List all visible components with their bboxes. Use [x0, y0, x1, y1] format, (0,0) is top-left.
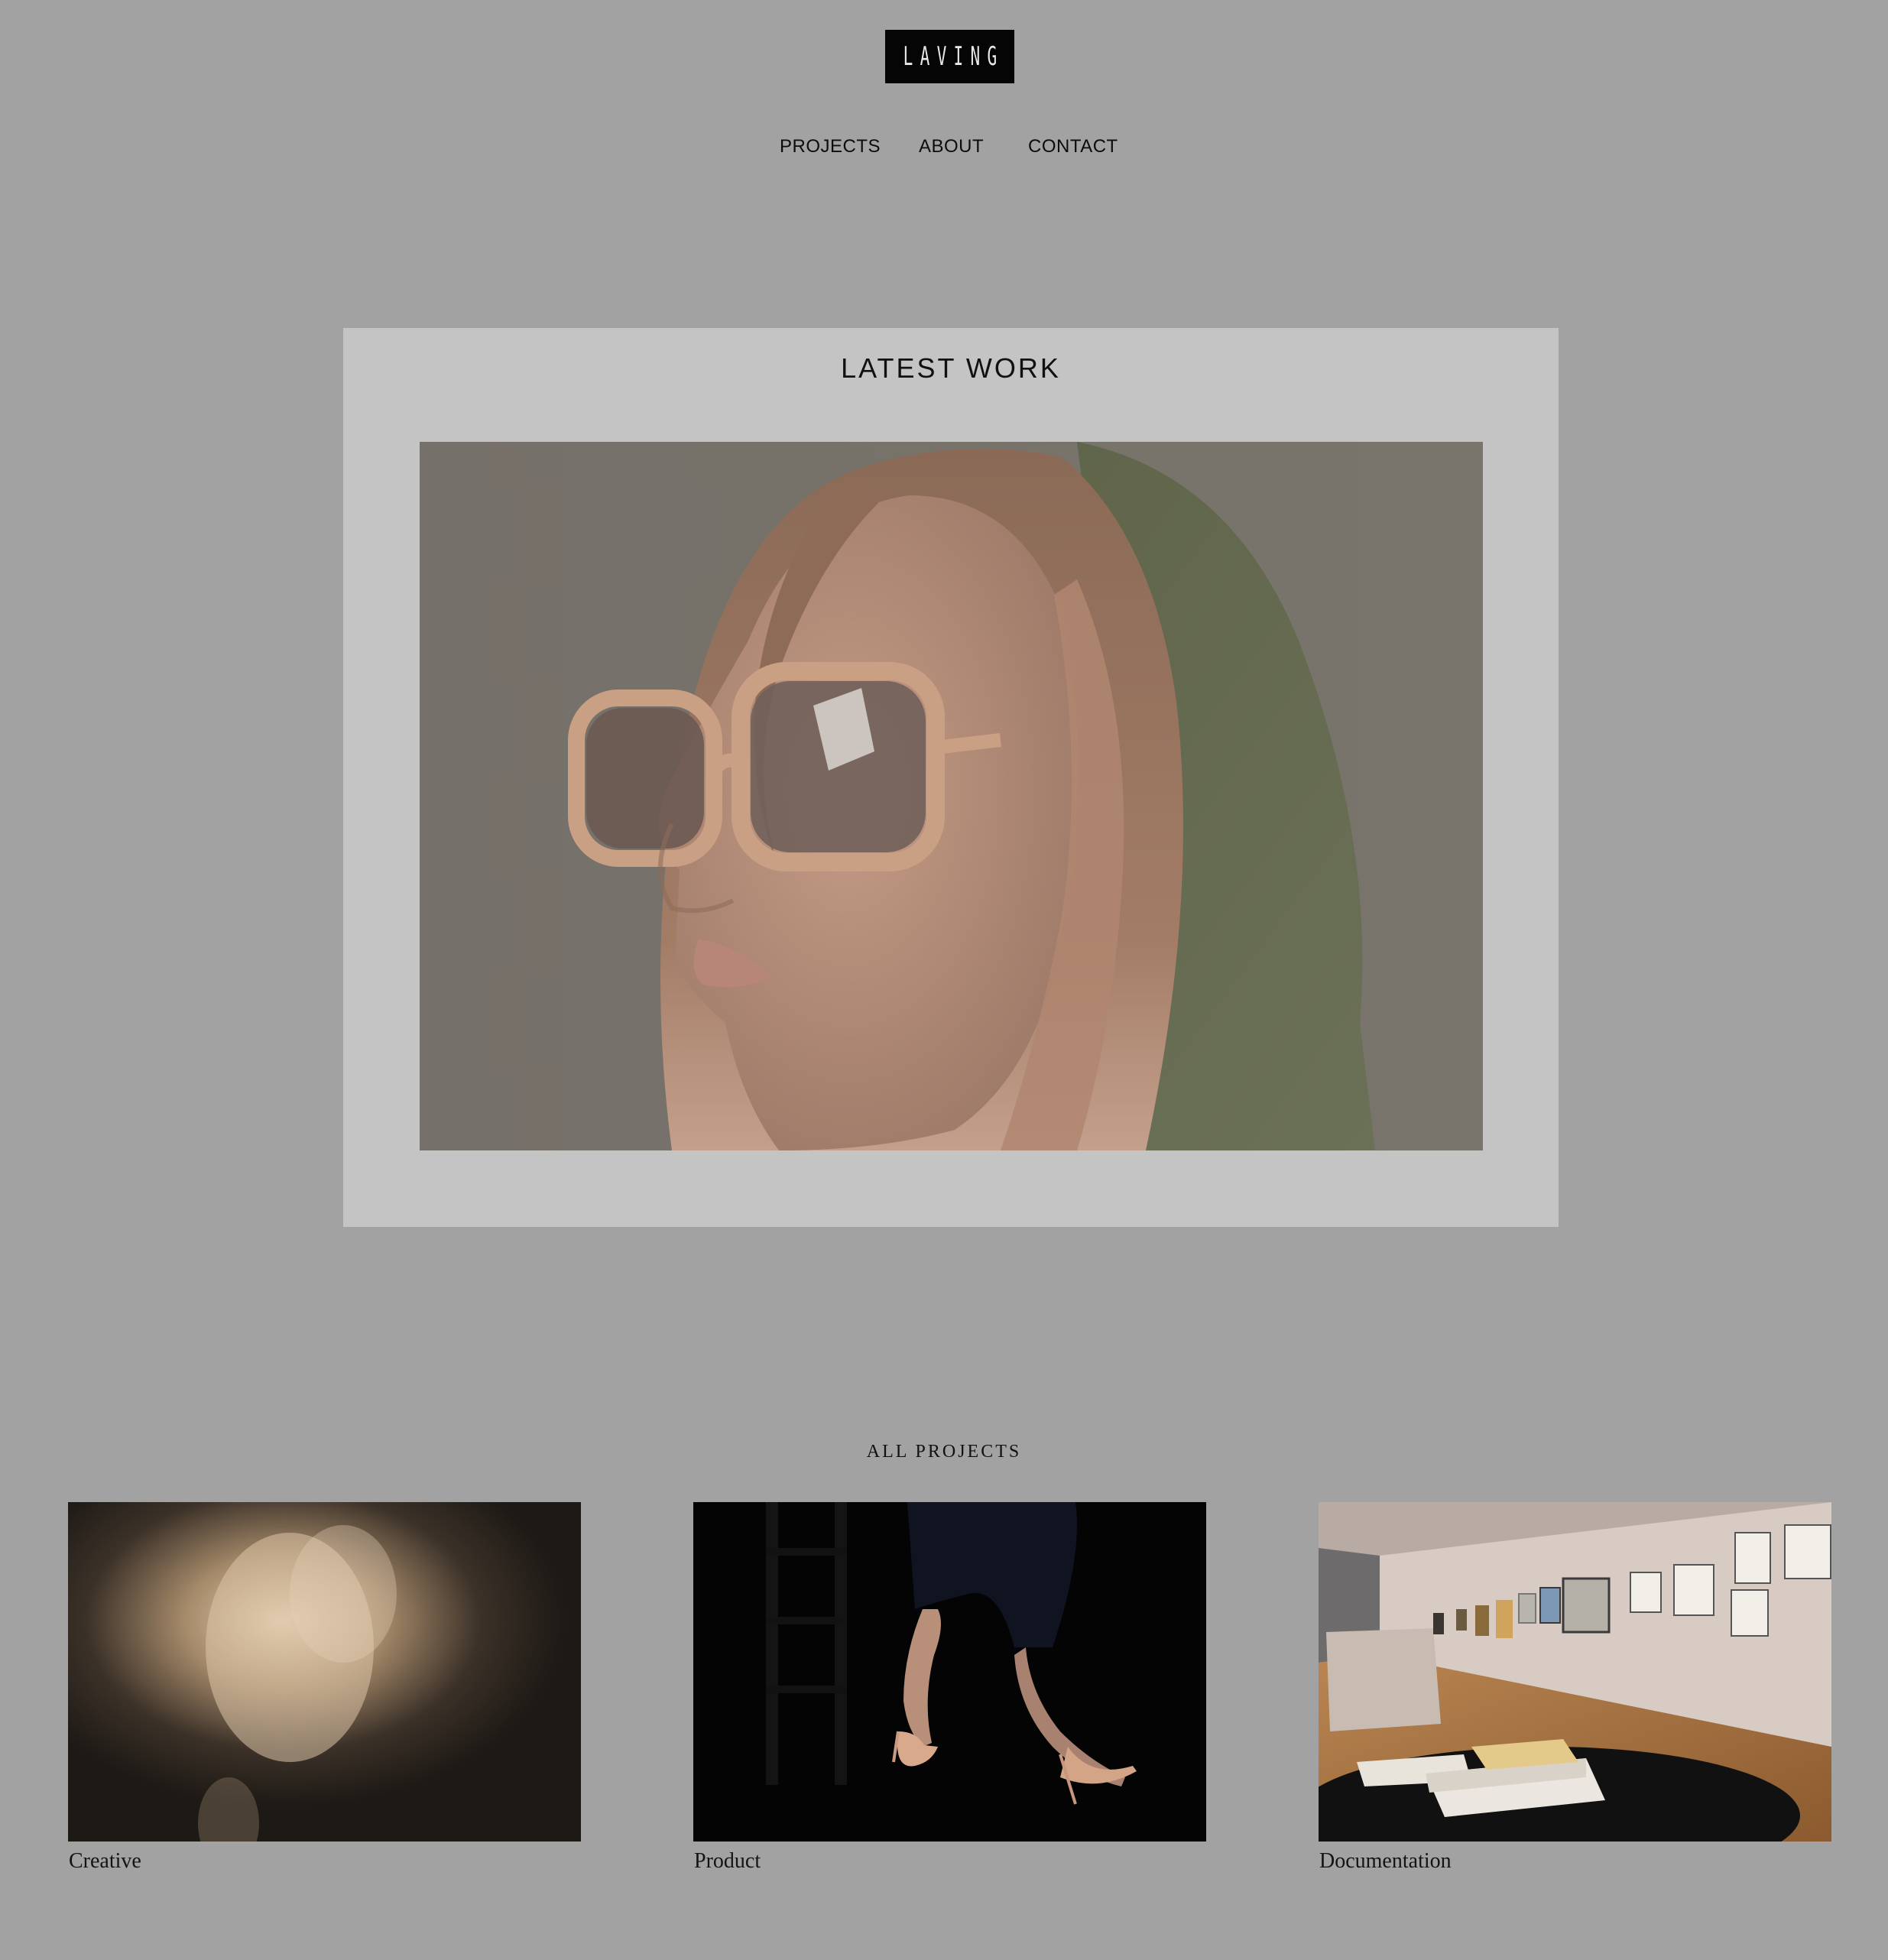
project-thumbnail: [693, 1502, 1206, 1842]
documentation-image: [1319, 1502, 1831, 1842]
nav-contact[interactable]: CONTACT: [1028, 136, 1118, 157]
product-image: [693, 1502, 1206, 1842]
creative-image: [68, 1502, 581, 1842]
nav-about[interactable]: ABOUT: [919, 136, 984, 157]
main-nav: PROJECTS ABOUT CONTACT: [0, 136, 1888, 167]
project-thumbnail: [68, 1502, 581, 1842]
nav-projects[interactable]: PROJECTS: [780, 136, 881, 157]
project-card-documentation[interactable]: Documentation: [1319, 1502, 1831, 1874]
logo[interactable]: LAVING: [885, 30, 1014, 83]
all-projects-title: ALL PROJECTS: [866, 1442, 1022, 1462]
latest-work-title: LATEST WORK: [841, 352, 1061, 384]
project-label: Documentation: [1319, 1849, 1452, 1873]
project-card-creative[interactable]: Creative: [68, 1502, 581, 1874]
latest-work-image[interactable]: [420, 442, 1483, 1150]
project-card-product[interactable]: Product: [693, 1502, 1206, 1874]
logo-text: LAVING: [903, 41, 1004, 72]
portrait-image: [420, 442, 1483, 1150]
project-label: Creative: [69, 1849, 141, 1873]
project-thumbnail: [1319, 1502, 1831, 1842]
project-label: Product: [694, 1849, 761, 1873]
latest-work-panel: LATEST WORK: [343, 328, 1559, 1227]
